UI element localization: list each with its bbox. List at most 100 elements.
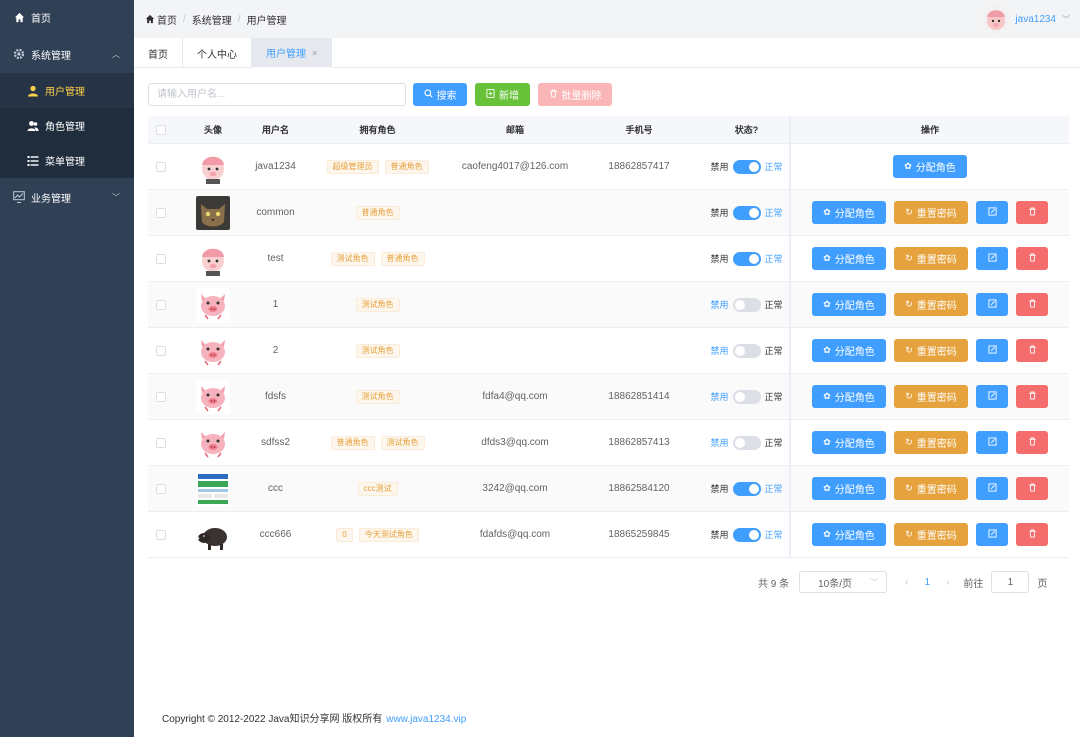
goto-suffix: 页 (1037, 578, 1048, 590)
home-icon (145, 14, 155, 24)
assign-role-button[interactable]: ✿ 分配角色 (812, 201, 886, 224)
email-cell (456, 236, 574, 281)
edit-button[interactable] (976, 247, 1008, 270)
status-switch[interactable] (732, 343, 761, 358)
delete-button[interactable] (1016, 293, 1048, 316)
reset-password-button[interactable]: ↻ 重置密码 (894, 201, 968, 224)
role-tag: 普通角色 (384, 159, 429, 174)
gear-icon: ✿ (823, 207, 831, 217)
breadcrumb: 首页 / 系统管理 / 用户管理 (145, 12, 287, 27)
reset-password-button[interactable]: ↻ 重置密码 (894, 339, 968, 362)
status-control: 禁用 正常 (710, 159, 783, 174)
status-switch[interactable] (732, 481, 761, 496)
row-checkbox[interactable] (156, 161, 166, 172)
sidebar-item-menus[interactable]: 菜单管理 (0, 143, 134, 178)
sidebar-item-roles[interactable]: 角色管理 (0, 108, 134, 143)
assign-role-button[interactable]: ✿ 分配角色 (812, 247, 886, 270)
row-checkbox[interactable] (156, 299, 166, 310)
status-switch[interactable] (732, 251, 761, 266)
goto-page-input[interactable]: 1 (991, 571, 1030, 593)
status-off-label: 禁用 (710, 254, 729, 264)
status-control: 禁用 正常 (710, 205, 783, 220)
row-checkbox[interactable] (156, 345, 166, 356)
assign-role-button[interactable]: ✿ 分配角色 (812, 293, 886, 316)
reset-password-button[interactable]: ↻ 重置密码 (894, 431, 968, 454)
row-checkbox[interactable] (156, 391, 166, 402)
status-switch[interactable] (732, 389, 761, 404)
trash-icon (1028, 482, 1037, 495)
sidebar-item-home[interactable]: 首页 (0, 0, 134, 35)
assign-role-button[interactable]: ✿ 分配角色 (812, 385, 886, 408)
phone-cell: 18862584120 (608, 483, 670, 494)
user-dropdown[interactable]: java1234 ﹀ (982, 5, 1070, 33)
row-checkbox[interactable] (156, 529, 166, 540)
prev-page-icon[interactable]: ‹ (905, 577, 908, 588)
sidebar: 首页 系统管理 ︿ 用户管理 角色管理 菜单管理 业务管理 ﹀ (0, 0, 134, 737)
tab-users[interactable]: 用户管理 × (252, 38, 333, 68)
page-number[interactable]: 1 (924, 577, 930, 588)
toolbar: 搜索 新增 批量删除 (148, 83, 612, 106)
row-checkbox[interactable] (156, 483, 166, 494)
delete-button[interactable] (1016, 477, 1048, 500)
select-all-checkbox[interactable] (156, 124, 166, 135)
delete-button[interactable] (1016, 339, 1048, 362)
row-checkbox[interactable] (156, 253, 166, 264)
table-body: java1234 超级管理员 普通角色 caofeng4017@126.com 1… (148, 144, 1069, 558)
delete-button[interactable] (1016, 523, 1048, 546)
edit-icon (987, 298, 997, 311)
status-switch[interactable] (732, 435, 761, 450)
email-cell: 3242@qq.com (482, 483, 548, 494)
col-status: 状态? (734, 125, 759, 135)
reset-password-button[interactable]: ↻ 重置密码 (894, 247, 968, 270)
search-icon (423, 89, 433, 100)
breadcrumb-system[interactable]: 系统管理 (192, 12, 232, 27)
status-switch[interactable] (732, 527, 761, 542)
gear-icon: ✿ (823, 253, 831, 263)
reset-password-button[interactable]: ↻ 重置密码 (894, 523, 968, 546)
actions-cell: ✿ 分配角色 ↻ 重置密码 (789, 236, 1069, 281)
tab-profile[interactable]: 个人中心 (183, 38, 252, 68)
assign-role-button[interactable]: ✿ 分配角色 (812, 477, 886, 500)
actions-cell: ✿ 分配角色 ↻ 重置密码 (789, 190, 1069, 235)
search-input[interactable] (148, 83, 406, 106)
delete-button[interactable] (1016, 247, 1048, 270)
status-on-label: 正常 (764, 254, 783, 264)
edit-button[interactable] (976, 385, 1008, 408)
page-size-select[interactable]: 10条/页 ﹀ (799, 571, 888, 593)
sidebar-group-system[interactable]: 系统管理 ︿ (0, 35, 134, 73)
reset-password-button[interactable]: ↻ 重置密码 (894, 385, 968, 408)
status-switch[interactable] (732, 297, 761, 312)
gear-icon: ✿ (823, 391, 831, 401)
batch-delete-button[interactable]: 批量删除 (538, 83, 612, 106)
status-switch[interactable] (732, 159, 761, 174)
phone-cell: 18862857413 (608, 437, 670, 448)
delete-button[interactable] (1016, 201, 1048, 224)
next-page-icon[interactable]: › (946, 577, 949, 588)
footer-link[interactable]: www.java1234.vip (386, 714, 466, 725)
sidebar-item-users[interactable]: 用户管理 (0, 73, 134, 108)
row-checkbox[interactable] (156, 437, 166, 448)
delete-button[interactable] (1016, 385, 1048, 408)
add-button[interactable]: 新增 (475, 83, 530, 106)
edit-button[interactable] (976, 523, 1008, 546)
reset-password-button[interactable]: ↻ 重置密码 (894, 477, 968, 500)
assign-role-button[interactable]: ✿ 分配角色 (812, 523, 886, 546)
reset-password-button[interactable]: ↻ 重置密码 (894, 293, 968, 316)
edit-button[interactable] (976, 201, 1008, 224)
assign-role-button[interactable]: ✿ 分配角色 (812, 431, 886, 454)
close-icon[interactable]: × (312, 48, 317, 58)
status-switch[interactable] (732, 205, 761, 220)
assign-role-button[interactable]: ✿ 分配角色 (893, 155, 967, 178)
edit-button[interactable] (976, 339, 1008, 362)
edit-button[interactable] (976, 431, 1008, 454)
edit-button[interactable] (976, 293, 1008, 316)
row-checkbox[interactable] (156, 207, 166, 218)
tab-home[interactable]: 首页 (134, 38, 183, 68)
edit-button[interactable] (976, 477, 1008, 500)
breadcrumb-home[interactable]: 首页 (157, 12, 177, 27)
assign-role-button[interactable]: ✿ 分配角色 (812, 339, 886, 362)
delete-button[interactable] (1016, 431, 1048, 454)
phone-cell (574, 328, 704, 373)
search-button[interactable]: 搜索 (413, 83, 467, 106)
sidebar-group-business[interactable]: 业务管理 ﹀ (0, 178, 134, 216)
